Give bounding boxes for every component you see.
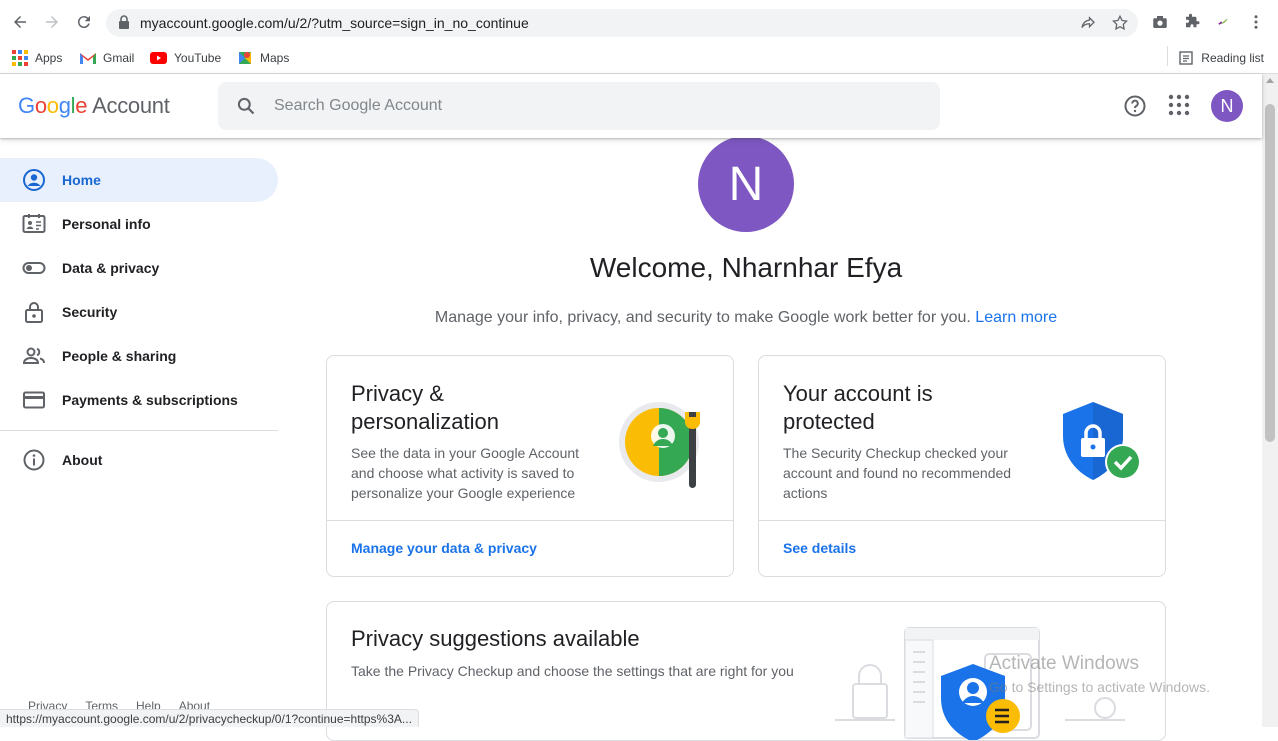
bookmark-apps[interactable]: Apps bbox=[12, 48, 62, 68]
bookmark-youtube[interactable]: YouTube bbox=[150, 48, 221, 68]
credit-card-icon bbox=[23, 391, 45, 409]
sidebar-item-people-sharing[interactable]: People & sharing bbox=[0, 334, 278, 378]
info-icon bbox=[23, 449, 45, 471]
sidebar-item-label: Data & privacy bbox=[62, 260, 160, 276]
lock-icon bbox=[25, 302, 43, 323]
card-action-area: Manage your data & privacy bbox=[327, 520, 733, 577]
search-box[interactable] bbox=[218, 82, 940, 130]
bookmark-label: Gmail bbox=[103, 51, 135, 65]
sidebar-item-label: People & sharing bbox=[62, 348, 177, 364]
bookmarks-bar: Apps Gmail YouTube Maps Reading list bbox=[0, 44, 1278, 74]
sidebar-item-label: Security bbox=[62, 304, 118, 320]
watermark-title: Activate Windows bbox=[989, 653, 1139, 674]
google-apps-icon[interactable] bbox=[1168, 94, 1190, 116]
account-protected-card[interactable]: Your account is protected The Security C… bbox=[758, 355, 1166, 577]
bookmark-separator bbox=[1167, 46, 1168, 66]
back-icon[interactable] bbox=[10, 12, 30, 32]
subtitle-text: Manage your info, privacy, and security … bbox=[434, 309, 971, 326]
profile-avatar[interactable]: N bbox=[698, 136, 794, 232]
reading-list-icon bbox=[1179, 51, 1193, 65]
account-header: GoogleAccount N bbox=[0, 74, 1262, 138]
gmail-icon bbox=[80, 53, 96, 64]
scroll-up-arrow[interactable] bbox=[1266, 78, 1274, 83]
scroll-thumb[interactable] bbox=[1265, 104, 1275, 442]
bookmark-label: Maps bbox=[260, 51, 290, 65]
url-text[interactable]: myaccount.google.com/u/2/?utm_source=sig… bbox=[140, 15, 529, 31]
lock-icon[interactable] bbox=[118, 15, 130, 29]
card-description: Take the Privacy Checkup and choose the … bbox=[351, 663, 794, 679]
address-bar[interactable]: myaccount.google.com/u/2/?utm_source=sig… bbox=[106, 9, 1138, 37]
windows-activation-watermark: Activate Windows Go to Settings to activ… bbox=[989, 653, 1210, 695]
sidebar-item-about[interactable]: About bbox=[0, 438, 278, 482]
camera-icon[interactable] bbox=[1151, 13, 1169, 31]
help-icon[interactable] bbox=[1123, 94, 1147, 118]
toggle-icon bbox=[22, 262, 46, 274]
reload-icon[interactable] bbox=[74, 12, 94, 32]
card-title: Your account is protected bbox=[783, 381, 933, 434]
learn-more-link[interactable]: Learn more bbox=[975, 309, 1057, 326]
card-description: See the data in your Google Account and … bbox=[351, 445, 580, 501]
extensions-icon[interactable] bbox=[1183, 13, 1201, 31]
bookmark-gmail[interactable]: Gmail bbox=[80, 48, 134, 68]
sidebar-nav: Home Personal info Data & privacy Securi… bbox=[0, 138, 278, 727]
people-icon bbox=[22, 347, 45, 364]
extension-leaf-icon[interactable] bbox=[1215, 13, 1233, 31]
card-title: Privacy suggestions available bbox=[351, 626, 640, 651]
sidebar-item-security[interactable]: Security bbox=[0, 290, 278, 334]
account-circle-icon bbox=[23, 169, 45, 191]
sidebar-item-home[interactable]: Home bbox=[0, 158, 278, 202]
sidebar-item-label: Payments & subscriptions bbox=[62, 392, 238, 408]
reading-list[interactable]: Reading list bbox=[1179, 48, 1264, 68]
see-details-link[interactable]: See details bbox=[783, 540, 856, 556]
youtube-icon bbox=[150, 52, 167, 64]
account-avatar[interactable]: N bbox=[1211, 90, 1243, 122]
share-icon[interactable] bbox=[1079, 14, 1097, 32]
card-title: Privacy & personalization bbox=[351, 381, 499, 434]
bookmark-maps[interactable]: Maps bbox=[237, 48, 289, 68]
sidebar-item-payments[interactable]: Payments & subscriptions bbox=[0, 378, 278, 422]
page-scrollbar[interactable] bbox=[1262, 74, 1278, 727]
manage-data-privacy-link[interactable]: Manage your data & privacy bbox=[351, 540, 537, 556]
privacy-personalization-card[interactable]: Privacy & personalization See the data i… bbox=[326, 355, 734, 577]
bookmark-label: Apps bbox=[35, 51, 63, 65]
maps-icon bbox=[239, 52, 251, 64]
sidebar-item-data-privacy[interactable]: Data & privacy bbox=[0, 246, 278, 290]
bookmark-star-icon[interactable] bbox=[1111, 14, 1129, 32]
welcome-heading: Welcome, Nharnhar Efya bbox=[589, 252, 903, 283]
sidebar-item-label: Home bbox=[62, 172, 101, 188]
privacy-illustration-icon bbox=[619, 402, 700, 488]
google-wordmark: Google bbox=[18, 93, 88, 118]
welcome-subtitle: Manage your info, privacy, and security … bbox=[278, 309, 1214, 327]
card-action-area: See details bbox=[759, 520, 1165, 577]
forward-icon[interactable] bbox=[42, 12, 62, 32]
bookmark-label: YouTube bbox=[174, 51, 222, 65]
search-icon[interactable] bbox=[236, 96, 256, 116]
id-card-icon bbox=[22, 214, 46, 233]
browser-toolbar: myaccount.google.com/u/2/?utm_source=sig… bbox=[0, 0, 1278, 44]
sidebar-item-label: About bbox=[62, 452, 103, 468]
logo-account-text: Account bbox=[92, 93, 170, 118]
card-description: The Security Checkup checked your accoun… bbox=[783, 445, 1012, 501]
main-content: N Welcome, Nharnhar Efya Manage your inf… bbox=[278, 136, 1262, 741]
apps-grid-icon bbox=[12, 50, 28, 66]
sidebar-item-label: Personal info bbox=[62, 216, 151, 232]
search-input[interactable] bbox=[274, 95, 914, 117]
shield-check-icon bbox=[1063, 402, 1141, 480]
sidebar-divider bbox=[0, 430, 278, 431]
sidebar-item-personal-info[interactable]: Personal info bbox=[0, 202, 278, 246]
menu-dots-icon[interactable] bbox=[1247, 13, 1265, 31]
google-account-logo[interactable]: Google Account bbox=[18, 93, 170, 119]
link-status-bar: https://myaccount.google.com/u/2/privacy… bbox=[0, 709, 419, 727]
watermark-subtitle: Go to Settings to activate Windows. bbox=[989, 679, 1210, 695]
reading-list-label: Reading list bbox=[1201, 51, 1264, 65]
